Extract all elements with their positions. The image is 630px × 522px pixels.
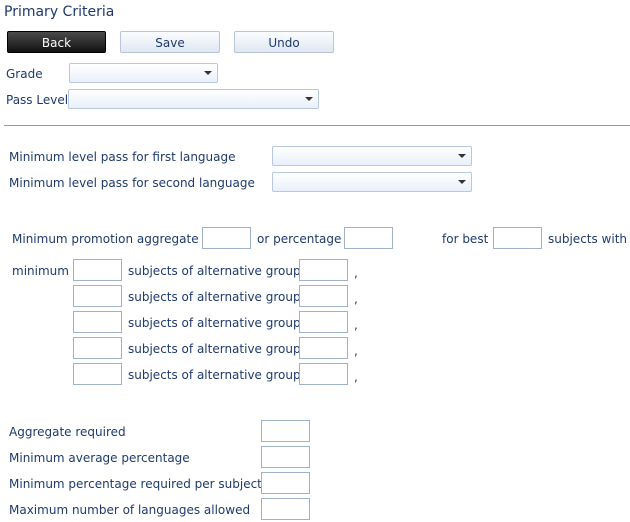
separator: , bbox=[354, 318, 358, 332]
for-best-label: for best bbox=[442, 232, 489, 246]
alt-group-value-input[interactable] bbox=[299, 337, 348, 359]
max-languages-label: Maximum number of languages allowed bbox=[9, 503, 251, 517]
aggregate-required-label: Aggregate required bbox=[9, 425, 126, 439]
chevron-down-icon bbox=[204, 71, 212, 75]
min-average-percentage-input[interactable] bbox=[261, 446, 310, 468]
chevron-down-icon bbox=[458, 154, 466, 158]
promotion-aggregate-label: Minimum promotion aggregate bbox=[12, 232, 199, 246]
alt-group-count-input[interactable] bbox=[73, 311, 122, 333]
first-language-label: Minimum level pass for first language bbox=[9, 150, 236, 164]
promotion-aggregate-input[interactable] bbox=[202, 227, 251, 249]
second-language-select[interactable] bbox=[272, 172, 472, 192]
undo-button[interactable]: Undo bbox=[234, 31, 334, 53]
pass-level-label: Pass Level bbox=[6, 93, 69, 107]
alt-group-count-input[interactable] bbox=[73, 337, 122, 359]
percentage-input[interactable] bbox=[344, 227, 393, 249]
alt-group-label: subjects of alternative group bbox=[128, 264, 301, 278]
second-language-label: Minimum level pass for second language bbox=[9, 176, 255, 190]
separator: , bbox=[354, 344, 358, 358]
or-percentage-label: or percentage bbox=[257, 232, 342, 246]
section-divider bbox=[4, 125, 630, 126]
alt-group-count-input[interactable] bbox=[73, 363, 122, 385]
min-average-percentage-label: Minimum average percentage bbox=[9, 451, 190, 465]
max-languages-input[interactable] bbox=[261, 498, 310, 520]
min-percentage-per-subject-input[interactable] bbox=[261, 472, 310, 494]
subjects-with-label: subjects with bbox=[548, 232, 628, 246]
separator: , bbox=[354, 292, 358, 306]
pass-level-select[interactable] bbox=[68, 89, 319, 109]
separator: , bbox=[354, 266, 358, 280]
separator: , bbox=[354, 370, 358, 384]
minimum-label: minimum bbox=[12, 264, 69, 278]
alt-group-label: subjects of alternative group bbox=[128, 316, 301, 330]
grade-label: Grade bbox=[6, 67, 43, 81]
best-subjects-input[interactable] bbox=[493, 227, 542, 249]
alt-group-value-input[interactable] bbox=[299, 363, 348, 385]
chevron-down-icon bbox=[458, 180, 466, 184]
first-language-select[interactable] bbox=[272, 146, 472, 166]
alt-group-label: subjects of alternative group bbox=[128, 368, 301, 382]
page-title: Primary Criteria bbox=[4, 4, 115, 20]
save-button[interactable]: Save bbox=[120, 31, 220, 53]
alt-group-value-input[interactable] bbox=[299, 285, 348, 307]
back-button[interactable]: Back bbox=[7, 31, 106, 53]
grade-select[interactable] bbox=[69, 63, 218, 83]
alt-group-label: subjects of alternative group bbox=[128, 290, 301, 304]
min-percentage-per-subject-label: Minimum percentage required per subject bbox=[9, 477, 262, 491]
chevron-down-icon bbox=[305, 97, 313, 101]
alt-group-value-input[interactable] bbox=[299, 311, 348, 333]
alt-group-count-input[interactable] bbox=[73, 285, 122, 307]
alt-group-count-input[interactable] bbox=[73, 259, 122, 281]
aggregate-required-input[interactable] bbox=[261, 420, 310, 442]
alt-group-value-input[interactable] bbox=[299, 259, 348, 281]
alt-group-label: subjects of alternative group bbox=[128, 342, 301, 356]
